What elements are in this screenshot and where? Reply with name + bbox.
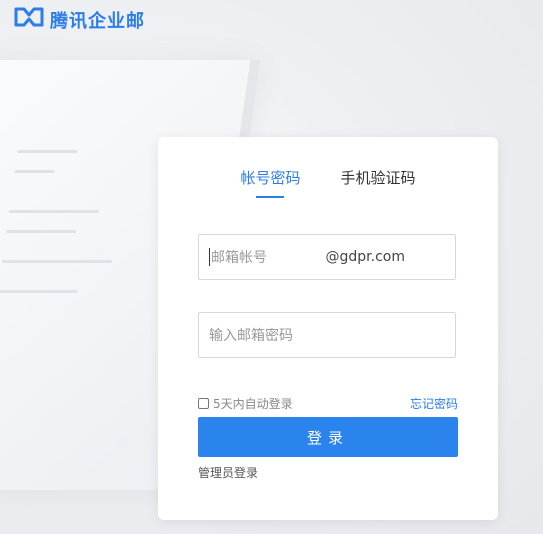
remember-label: 5天内自动登录 [213, 397, 293, 411]
login-button[interactable]: 登录 [198, 417, 458, 457]
tencent-mail-logo-icon [14, 6, 44, 33]
brand-name: 腾讯企业邮 [50, 10, 145, 32]
login-card: 帐号密码 手机验证码 邮箱帐号 @gdpr.com 输入邮箱密码 5天内自动登录… [158, 137, 498, 520]
tab-sms-code[interactable]: 手机验证码 [341, 167, 416, 198]
login-tabs: 帐号密码 手机验证码 [158, 167, 498, 198]
account-placeholder: 邮箱帐号 [211, 250, 267, 266]
password-placeholder: 输入邮箱密码 [209, 328, 293, 344]
tab-account-password[interactable]: 帐号密码 [240, 167, 300, 198]
forgot-password-link[interactable]: 忘记密码 [410, 395, 458, 412]
admin-login-link[interactable]: 管理员登录 [198, 464, 258, 481]
brand-logo: 腾讯企业邮 [14, 6, 145, 33]
remember-login[interactable]: 5天内自动登录 [198, 395, 293, 412]
password-input[interactable]: 输入邮箱密码 [198, 312, 456, 358]
domain-suffix: @gdpr.com [325, 249, 405, 265]
account-input[interactable]: 邮箱帐号 @gdpr.com [198, 234, 456, 280]
text-caret [209, 248, 210, 266]
remember-checkbox[interactable] [198, 398, 209, 409]
